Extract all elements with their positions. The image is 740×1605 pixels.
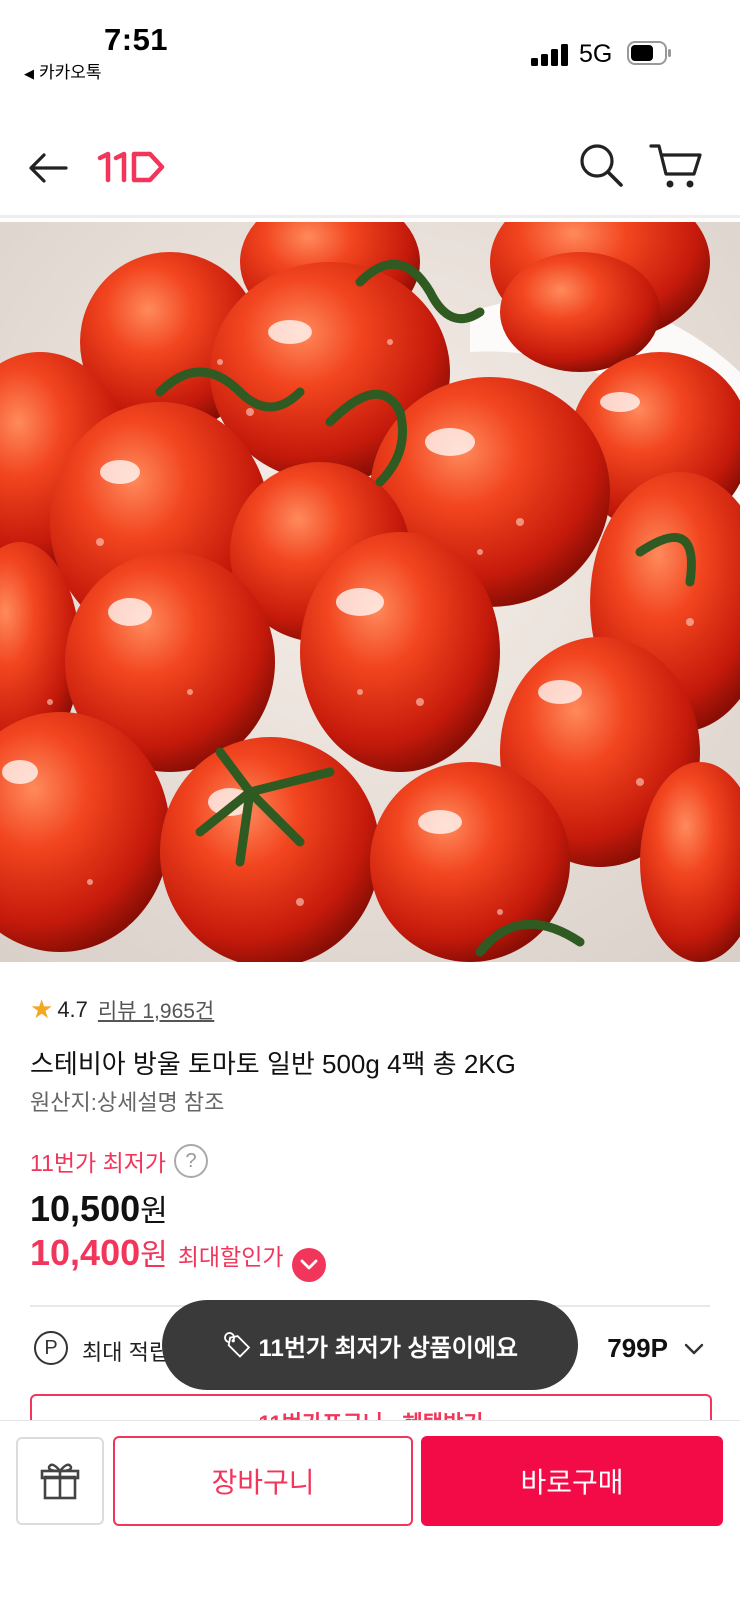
sale-price-unit: 원 [140, 1239, 168, 1272]
sale-price[interactable]: 10,400 원 최대할인가 [30, 1230, 326, 1282]
buy-now-button[interactable]: 바로구매 [421, 1436, 723, 1526]
back-to-app-link[interactable]: ◀ 카카오톡 [24, 58, 102, 83]
review-count-link[interactable]: 리뷰 1,965건 [98, 995, 214, 1025]
chevron-down-icon[interactable] [291, 1248, 326, 1282]
eleven-street-logo[interactable] [96, 142, 168, 190]
back-arrow-icon[interactable] [24, 144, 72, 192]
status-time: 7:51 [104, 22, 169, 57]
lowest-price-label: 11번가 최저가 ? [30, 1144, 209, 1178]
cellular-signal-icon [531, 44, 569, 66]
toast-text: 11번가 최저가 상품이에요 [258, 1334, 518, 1362]
chevron-down-icon[interactable] [682, 1337, 706, 1361]
product-image[interactable] [0, 222, 740, 962]
help-icon[interactable]: ? [174, 1144, 209, 1178]
gift-button[interactable] [16, 1437, 104, 1525]
rating-score: 4.7 [57, 996, 88, 1022]
sale-price-number: 10,400 [30, 1232, 141, 1273]
product-origin: 원산지:상세설명 참조 [30, 1090, 225, 1115]
sale-price-label: 최대할인가 [177, 1244, 284, 1270]
toast-message: 🏷 11번가 최저가 상품이에요 [162, 1300, 578, 1390]
product-title: 스테비아 방울 토마토 일반 500g 4팩 총 2KG [30, 1049, 516, 1079]
original-price: 10,500원 [30, 1186, 168, 1230]
back-triangle-icon: ◀ [24, 66, 34, 81]
original-price-unit: 원 [140, 1195, 168, 1228]
points-value: 799P [607, 1333, 668, 1363]
tomato-photo [0, 222, 740, 962]
search-icon[interactable] [576, 138, 626, 194]
tag-icon: 🏷 [222, 1331, 253, 1359]
add-to-cart-button[interactable]: 장바구니 [113, 1436, 413, 1526]
back-app-label: 카카오톡 [39, 63, 102, 82]
point-icon: P [34, 1331, 68, 1365]
status-bar: 7:51 ◀ 카카오톡 5G [0, 0, 740, 90]
gift-icon [40, 1463, 80, 1500]
cart-icon[interactable] [648, 138, 704, 194]
rating-row[interactable]: ★ 4.7 리뷰 1,965건 [30, 994, 214, 1025]
bottom-action-bar: 장바구니 바로구매 [0, 1420, 740, 1605]
app-header [0, 120, 740, 216]
original-price-number: 10,500 [30, 1188, 141, 1229]
lowest-price-text: 11번가 최저가 [30, 1150, 167, 1176]
battery-icon [627, 41, 671, 65]
star-icon: ★ [30, 994, 54, 1024]
network-type: 5G [579, 40, 613, 68]
header-divider [0, 215, 740, 218]
